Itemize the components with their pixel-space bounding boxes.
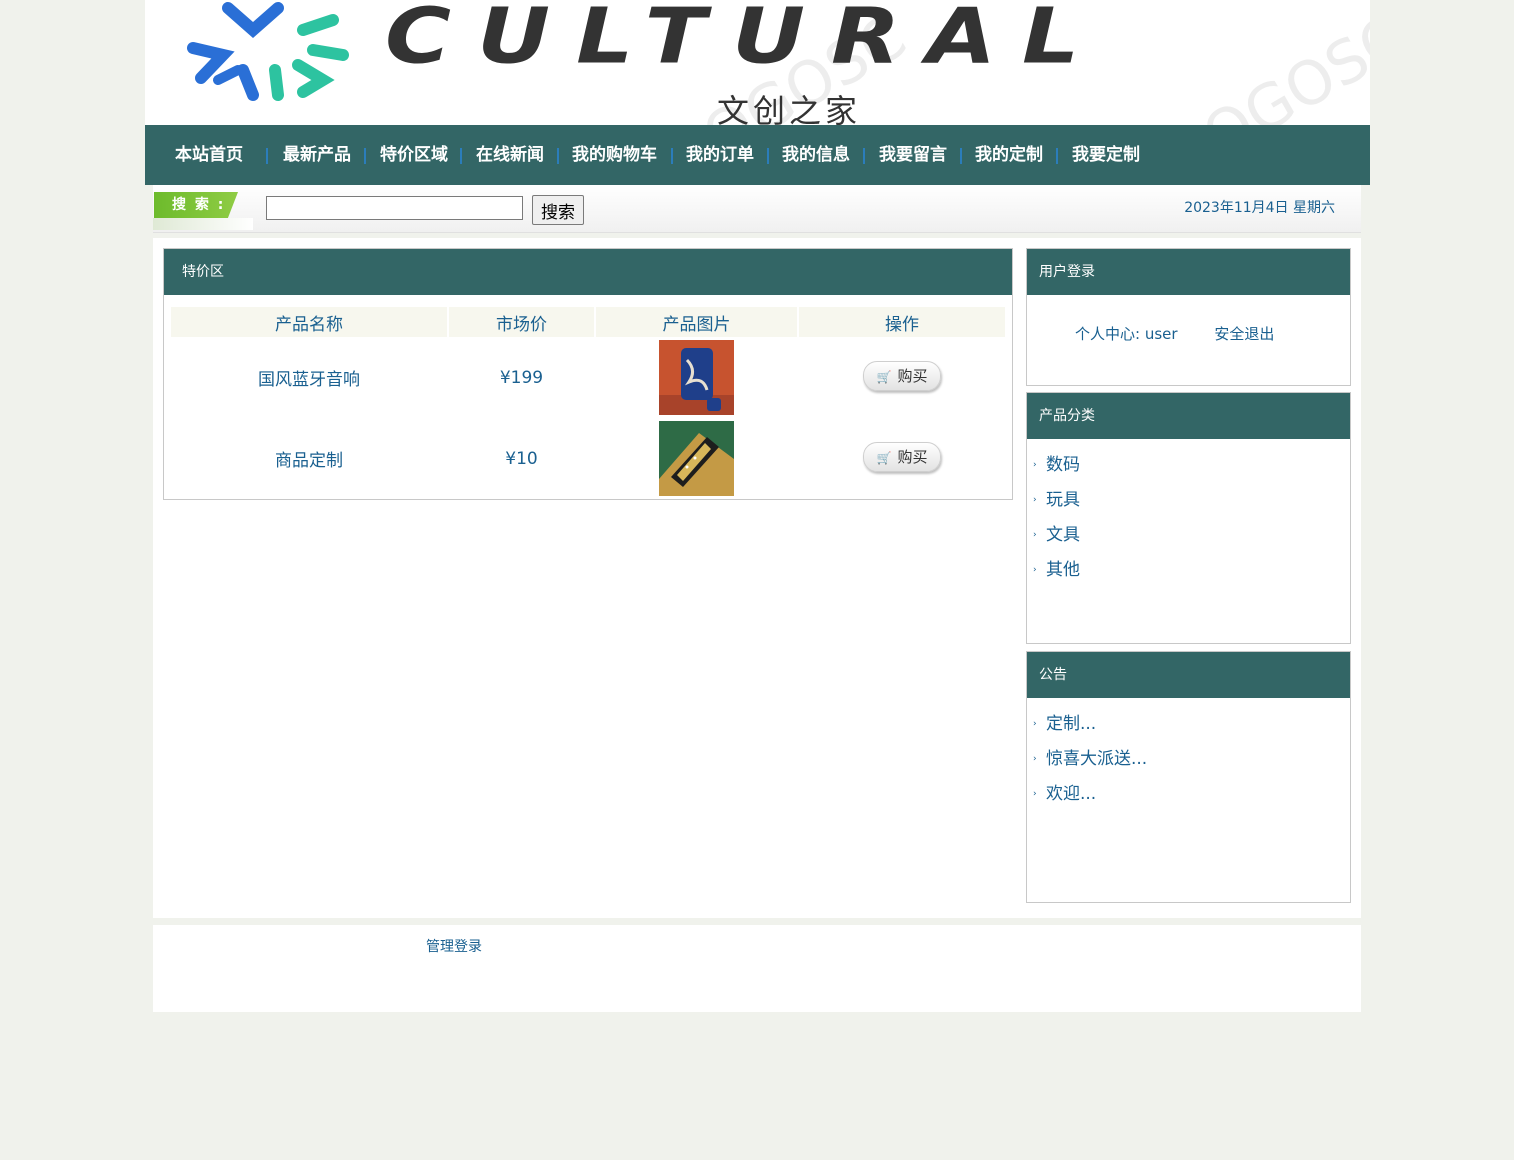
admin-login-link[interactable]: 管理登录 (426, 936, 482, 956)
search-button[interactable]: 搜索 (532, 195, 584, 225)
notice-item-label: 欢迎... (1046, 784, 1097, 804)
category-item-label: 玩具 (1046, 490, 1080, 510)
nav-item-my-custom[interactable]: 我的定制 (975, 125, 1043, 185)
arrow-bullet-icon: › (1033, 530, 1037, 540)
category-item[interactable]: › 文具 (1033, 521, 1350, 556)
watermark: LOGOSC (1164, 1, 1370, 125)
product-image-cell (596, 418, 797, 499)
nav-item-special[interactable]: 特价区域 (380, 125, 448, 185)
nav-separator (671, 148, 673, 164)
footer: 管理登录 (153, 925, 1361, 1012)
current-date: 2023年11月4日 星期六 (1184, 200, 1335, 216)
search-label-shadow (153, 218, 253, 230)
nav-item-my-info[interactable]: 我的信息 (782, 125, 850, 185)
product-image-cell (596, 337, 797, 418)
column-header-name: 产品名称 (171, 307, 447, 337)
notice-item[interactable]: › 定制... (1033, 710, 1350, 745)
logout-link[interactable]: 安全退出 (1214, 325, 1274, 343)
user-login-title: 用户登录 (1027, 249, 1350, 295)
nav-item-new-products[interactable]: 最新产品 (283, 125, 351, 185)
nav-separator (960, 148, 962, 164)
nav-separator (364, 148, 366, 164)
search-label: 搜 索 : (154, 192, 238, 218)
personal-center-link[interactable]: 个人中心: user (1075, 325, 1178, 343)
product-name-link[interactable]: 国风蓝牙音响 (171, 337, 447, 418)
nav-separator (266, 148, 268, 164)
category-item-label: 文具 (1046, 525, 1080, 545)
category-item[interactable]: › 玩具 (1033, 486, 1350, 521)
table-header-row: 产品名称 市场价 产品图片 操作 (171, 307, 1005, 337)
nav-separator (767, 148, 769, 164)
column-header-action: 操作 (799, 307, 1005, 337)
table-row: 商品定制 ¥10 🛒 购买 (171, 418, 1005, 499)
notice-panel-title: 公告 (1027, 652, 1350, 698)
notice-panel: 公告 › 定制... › 惊喜大派送... › 欢迎... (1026, 651, 1351, 903)
product-image-custom[interactable] (659, 421, 734, 496)
nav-separator (1056, 148, 1058, 164)
arrow-bullet-icon: › (1033, 719, 1037, 729)
product-price: ¥199 (499, 367, 544, 388)
special-panel-title: 特价区 (164, 249, 1012, 295)
nav-item-news[interactable]: 在线新闻 (476, 125, 544, 185)
nav-separator (557, 148, 559, 164)
site-banner: LOGOSC LOGOSC CULTURAL 文创之家 (145, 0, 1370, 125)
user-login-panel: 用户登录 个人中心: user 安全退出 (1026, 248, 1351, 386)
notice-list: › 定制... › 惊喜大派送... › 欢迎... (1027, 698, 1350, 815)
logo-wordmark: CULTURAL (385, 0, 1106, 82)
action-cell: 🛒 购买 (799, 418, 1005, 499)
notice-item-label: 定制... (1046, 714, 1097, 734)
column-header-price: 市场价 (449, 307, 594, 337)
arrow-bullet-icon: › (1033, 754, 1037, 764)
category-list: › 数码 › 玩具 › 文具 › 其他 (1027, 439, 1350, 591)
nav-item-orders[interactable]: 我的订单 (686, 125, 754, 185)
action-cell: 🛒 购买 (799, 337, 1005, 418)
login-links: 个人中心: user 安全退出 (1075, 323, 1306, 344)
search-bar: 搜 索 : 搜索 2023年11月4日 星期六 (153, 185, 1361, 233)
logo-subtitle: 文创之家 (717, 92, 862, 125)
search-input[interactable] (266, 196, 523, 220)
category-item[interactable]: › 数码 (1033, 451, 1350, 486)
arrow-bullet-icon: › (1033, 565, 1037, 575)
arrow-bullet-icon: › (1033, 495, 1037, 505)
category-panel-title: 产品分类 (1027, 393, 1350, 439)
category-item-label: 其他 (1046, 560, 1080, 580)
category-panel: 产品分类 › 数码 › 玩具 › 文具 › 其他 (1026, 392, 1351, 644)
buy-button-label: 购买 (897, 447, 928, 466)
category-item[interactable]: › 其他 (1033, 556, 1350, 591)
nav-item-home[interactable]: 本站首页 (175, 125, 243, 185)
arrow-bullet-icon: › (1033, 789, 1037, 799)
product-price: ¥10 (505, 448, 538, 469)
notice-item[interactable]: › 欢迎... (1033, 780, 1350, 815)
cart-icon: 🛒 (876, 369, 892, 384)
arrow-bullet-icon: › (1033, 460, 1037, 470)
logo-icon (187, 2, 349, 101)
special-panel: 特价区 产品名称 市场价 产品图片 操作 国风蓝牙音响 ¥199 🛒 购买 商品… (163, 248, 1013, 500)
product-name-link[interactable]: 商品定制 (171, 418, 447, 499)
main-nav: 本站首页 最新产品 特价区域 在线新闻 我的购物车 我的订单 我的信息 我要留言… (145, 125, 1370, 185)
nav-item-customize[interactable]: 我要定制 (1072, 125, 1140, 185)
nav-separator (863, 148, 865, 164)
buy-button-label: 购买 (897, 366, 928, 385)
category-item-label: 数码 (1046, 455, 1080, 475)
buy-button[interactable]: 🛒 购买 (863, 441, 941, 472)
nav-item-messages[interactable]: 我要留言 (879, 125, 947, 185)
nav-separator (460, 148, 462, 164)
notice-item-label: 惊喜大派送... (1046, 749, 1148, 769)
nav-item-cart[interactable]: 我的购物车 (572, 125, 657, 185)
cart-icon: 🛒 (876, 450, 892, 465)
table-row: 国风蓝牙音响 ¥199 🛒 购买 (171, 337, 1005, 418)
special-table: 产品名称 市场价 产品图片 操作 国风蓝牙音响 ¥199 🛒 购买 商品定制 ¥… (169, 307, 1007, 499)
notice-item[interactable]: › 惊喜大派送... (1033, 745, 1350, 780)
buy-button[interactable]: 🛒 购买 (863, 360, 941, 391)
column-header-image: 产品图片 (596, 307, 797, 337)
product-image-speaker[interactable] (659, 340, 734, 415)
